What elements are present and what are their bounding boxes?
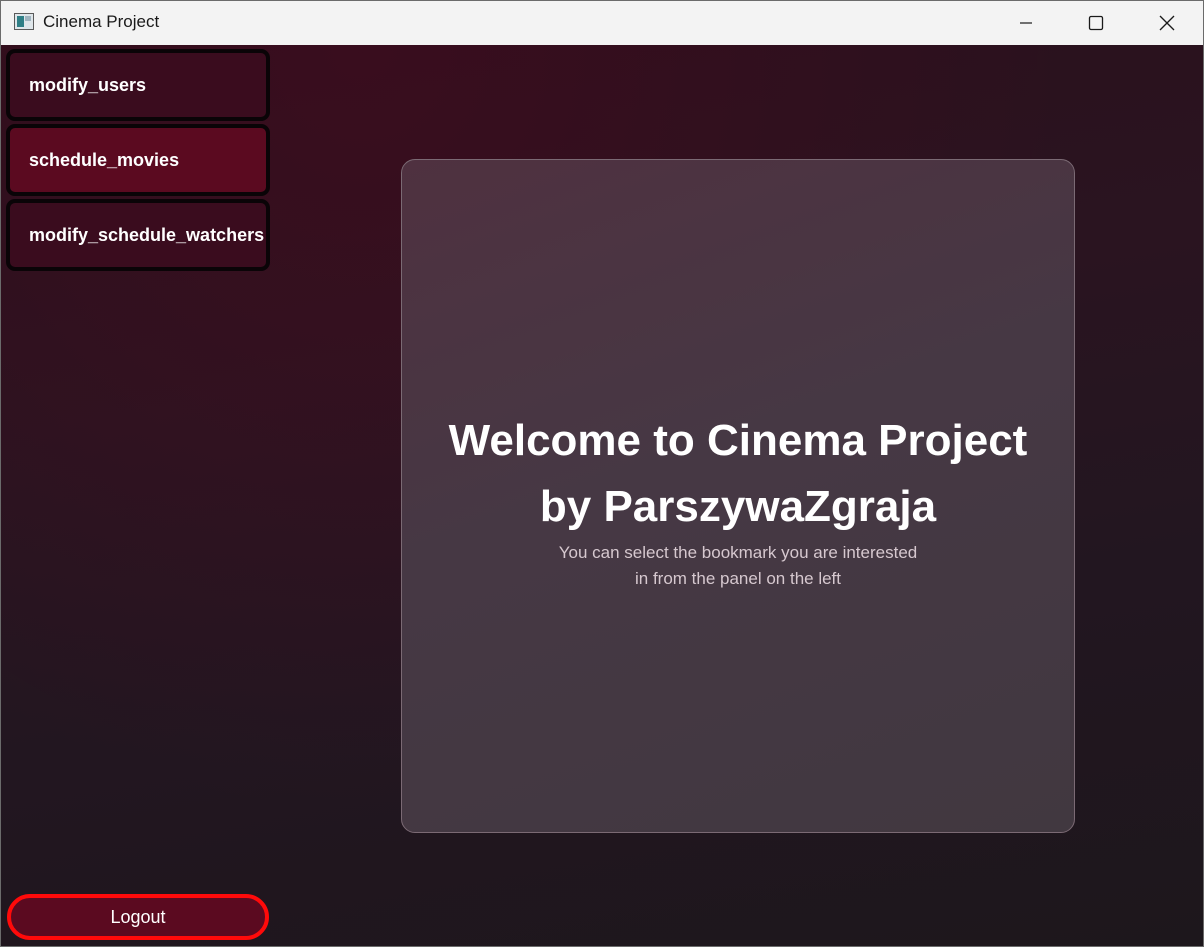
welcome-title-line1: Welcome to Cinema Project [448, 416, 1028, 465]
welcome-title-line2: by ParszywaZgraja [539, 482, 937, 531]
app-icon [14, 13, 34, 30]
logout-button[interactable]: Logout [7, 894, 269, 940]
welcome-card: Welcome to Cinema Project by ParszywaZgr… [401, 159, 1075, 833]
app-window: Cinema Project modify_users schedule_mov… [0, 0, 1204, 947]
welcome-subtitle-line2: in from the panel on the left [634, 569, 842, 588]
sidebar-item-label: modify_schedule_watchers [29, 224, 265, 245]
welcome-heading: Welcome to Cinema Project by ParszywaZgr… [402, 408, 1074, 540]
close-icon [1159, 15, 1175, 31]
minimize-icon [1019, 16, 1033, 30]
welcome-subtitle: You can select the bookmark you are inte… [402, 540, 1074, 592]
close-button[interactable] [1132, 1, 1202, 45]
sidebar-item-schedule-movies[interactable]: schedule_movies [6, 124, 270, 196]
minimize-button[interactable] [991, 1, 1061, 45]
welcome-subtitle-line1: You can select the bookmark you are inte… [558, 543, 918, 562]
maximize-icon [1088, 15, 1104, 31]
main-content: modify_users schedule_movies modify_sche… [1, 45, 1203, 946]
title-bar[interactable]: Cinema Project [1, 1, 1203, 45]
sidebar-item-modify-schedule-watchers[interactable]: modify_schedule_watchers [6, 199, 270, 271]
maximize-button[interactable] [1061, 1, 1131, 45]
sidebar-item-label: schedule_movies [29, 149, 180, 170]
sidebar-item-label: modify_users [29, 74, 147, 95]
window-title: Cinema Project [43, 12, 160, 31]
sidebar-item-modify-users[interactable]: modify_users [6, 49, 270, 121]
logout-label: Logout [110, 906, 166, 927]
